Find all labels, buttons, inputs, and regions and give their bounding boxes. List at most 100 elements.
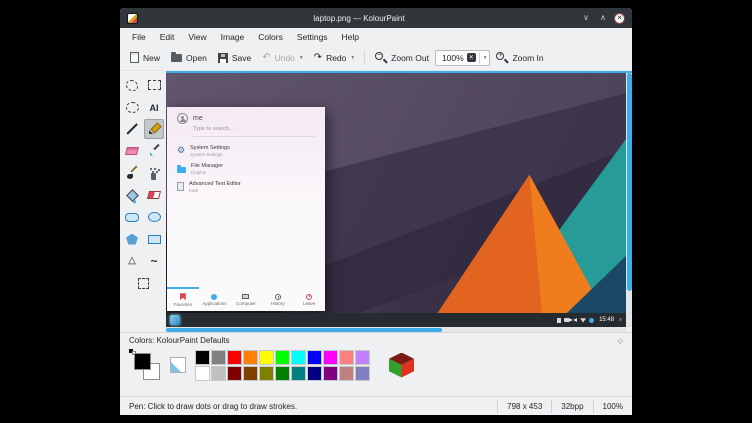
tool-flood-fill[interactable] (122, 185, 142, 205)
horizontal-scrollbar-thumb[interactable] (166, 328, 442, 332)
undo-dropdown-icon[interactable]: ▾ (300, 55, 303, 61)
palette-swatch[interactable] (259, 350, 274, 365)
palette-swatch[interactable] (291, 366, 306, 381)
tool-selection-elliptical[interactable] (122, 97, 142, 117)
save-button[interactable]: Save (213, 50, 256, 66)
app-launcher-icon (170, 315, 180, 325)
palette-swatch[interactable] (211, 350, 226, 365)
tool-ellipse[interactable] (144, 207, 164, 227)
palette-swatch[interactable] (227, 366, 242, 381)
undo-arrow-icon: ↶ (262, 53, 270, 63)
menu-edit[interactable]: Edit (153, 30, 182, 44)
battery-icon (564, 318, 570, 322)
tool-eraser[interactable] (122, 141, 142, 161)
menu-view[interactable]: View (181, 30, 213, 44)
eraser-tool-icon (125, 147, 139, 155)
vertical-scrollbar[interactable] (626, 73, 632, 327)
tool-selection-free-form[interactable] (122, 75, 142, 95)
window-title: laptop.png — KolourPaint (143, 14, 575, 23)
tool-rectangle[interactable] (144, 229, 164, 249)
launcher-tab-history: History (262, 287, 294, 311)
palette-swatch[interactable] (259, 366, 274, 381)
panel-float-icon[interactable] (618, 337, 623, 345)
status-color-depth: 32bpp (551, 400, 592, 413)
zoom-out-button[interactable]: Zoom Out (370, 49, 434, 67)
launcher-search-placeholder: Type to search... (193, 126, 315, 137)
tool-zoom[interactable] (133, 273, 153, 293)
tool-brush[interactable] (122, 163, 142, 183)
new-document-icon (130, 52, 139, 63)
palette-swatch[interactable] (291, 350, 306, 365)
panel-expander-icon (619, 317, 622, 323)
transparent-color-swatch[interactable] (170, 357, 186, 373)
tool-color-eraser[interactable] (144, 185, 164, 205)
open-button[interactable]: Open (166, 50, 212, 66)
titlebar[interactable]: laptop.png — KolourPaint ∨ ∧ ✕ (120, 8, 632, 28)
palette-swatch[interactable] (339, 366, 354, 381)
palette-swatch[interactable] (275, 366, 290, 381)
tool-pen[interactable] (144, 119, 164, 139)
palette-swatch[interactable] (195, 350, 210, 365)
zoom-level-combobox[interactable]: 100% ▾ (435, 50, 491, 66)
foreground-color-swatch[interactable] (134, 353, 151, 370)
menu-image[interactable]: Image (214, 30, 252, 44)
vertical-scrollbar-thumb[interactable] (627, 73, 632, 291)
palette-swatch[interactable] (243, 350, 258, 365)
tool-spray-can[interactable] (144, 163, 164, 183)
tool-curve[interactable] (144, 251, 164, 271)
menu-settings[interactable]: Settings (290, 30, 335, 44)
palette-swatch[interactable] (323, 350, 338, 365)
menu-help[interactable]: Help (335, 30, 366, 44)
system-settings-icon (177, 146, 185, 155)
palette-swatch[interactable] (243, 366, 258, 381)
history-clock-icon (275, 294, 281, 300)
ellipse-icon (148, 212, 161, 222)
clear-text-icon[interactable] (467, 53, 476, 62)
palette-swatch[interactable] (211, 366, 226, 381)
canvas-image[interactable]: me Type to search... System Settings Sys… (166, 73, 626, 327)
palette-swatch[interactable] (227, 350, 242, 365)
tool-selection-rectangular[interactable] (144, 75, 164, 95)
palette-swatch[interactable] (195, 366, 210, 381)
undo-button[interactable]: ↶ Undo ▾ (257, 50, 307, 66)
foreground-background-selector[interactable] (129, 349, 161, 381)
line-tool-icon (126, 123, 137, 134)
palette-swatch[interactable] (355, 366, 370, 381)
rounded-rectangle-icon (125, 213, 139, 222)
user-name: me (193, 115, 203, 122)
tool-polygon[interactable] (122, 229, 142, 249)
menu-colors[interactable]: Colors (251, 30, 290, 44)
polygon-icon (126, 234, 138, 245)
tool-color-picker[interactable] (144, 141, 164, 161)
elliptical-selection-icon (126, 102, 139, 113)
tool-text[interactable] (144, 97, 164, 117)
curve-icon (150, 255, 157, 267)
color-similarity-cube[interactable] (389, 353, 414, 378)
maximize-icon[interactable]: ∧ (597, 12, 609, 24)
tool-connected-lines[interactable] (122, 251, 142, 271)
redo-dropdown-icon[interactable]: ▾ (351, 55, 354, 61)
system-tray (557, 318, 594, 323)
launcher-tab-applications: Applications (199, 287, 231, 311)
close-icon[interactable]: ✕ (614, 13, 625, 24)
zoom-in-button[interactable]: Zoom In (491, 49, 548, 67)
palette-swatch[interactable] (355, 350, 370, 365)
menu-file[interactable]: File (125, 30, 153, 44)
desktop-taskbar: 15:48 (166, 313, 626, 327)
new-button[interactable]: New (125, 49, 165, 66)
zoom-dropdown-icon[interactable]: ▾ (484, 55, 487, 61)
connected-lines-icon (128, 256, 136, 266)
palette-swatch[interactable] (307, 366, 322, 381)
tool-line[interactable] (122, 119, 142, 139)
palette-swatch[interactable] (275, 350, 290, 365)
color-picker-icon (148, 145, 161, 158)
palette-swatch[interactable] (307, 350, 322, 365)
minimize-icon[interactable]: ∨ (580, 12, 592, 24)
canvas-area[interactable]: me Type to search... System Settings Sys… (166, 71, 632, 332)
palette-swatch[interactable] (339, 350, 354, 365)
redo-button[interactable]: ↷ Redo ▾ (309, 50, 359, 66)
folder-icon (177, 167, 186, 173)
zoom-tool-icon (138, 278, 149, 289)
tool-rounded-rectangle[interactable] (122, 207, 142, 227)
palette-swatch[interactable] (323, 366, 338, 381)
